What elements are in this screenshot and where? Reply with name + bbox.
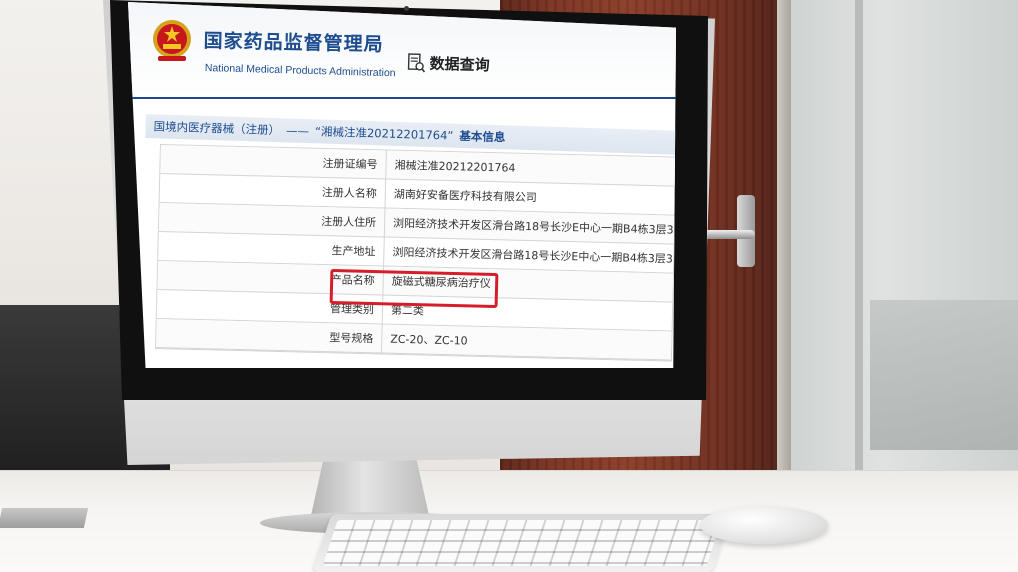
row-label: 型号规格 (156, 318, 383, 353)
glass-frame (855, 0, 863, 480)
webcam (404, 6, 409, 11)
mouse (700, 506, 828, 544)
row-label: 注册人名称 (159, 174, 387, 208)
monitor-screen: 国家药品监督管理局 National Medical Products Admi… (128, 2, 676, 368)
row-label: 注册证编号 (160, 145, 387, 179)
section-title-reg: “湘械注准20212201764” (314, 124, 454, 143)
row-label: 生产地址 (158, 231, 385, 266)
national-emblem-icon (153, 20, 191, 61)
agency-name-en: National Medical Products Administration (204, 62, 396, 80)
data-query-label: 数据查询 (429, 54, 490, 75)
background-shelf (870, 300, 1018, 450)
section-title-suffix: 基本信息 (459, 128, 506, 145)
keyboard-keys (322, 520, 722, 566)
desk-object (0, 508, 89, 528)
document-search-icon (407, 52, 426, 72)
section-title-prefix: 国境内医疗器械（注册） (153, 119, 281, 138)
product-name-highlight-box (329, 268, 499, 309)
section-title-dash: —— (285, 123, 310, 139)
monitor-stand (310, 455, 430, 520)
device-info-table: 注册证编号 湘械注准20212201764 注册人名称 湖南好安备医疗科技有限公… (154, 144, 676, 362)
row-label: 注册人住所 (158, 203, 386, 237)
data-query-link[interactable]: 数据查询 (407, 52, 490, 75)
keyboard (312, 514, 732, 572)
door-frame (777, 0, 791, 480)
door-handle (700, 230, 755, 239)
agency-name-cn: 国家药品监督管理局 (203, 29, 384, 56)
row-value: ZC-20、ZC-10 (390, 332, 468, 348)
